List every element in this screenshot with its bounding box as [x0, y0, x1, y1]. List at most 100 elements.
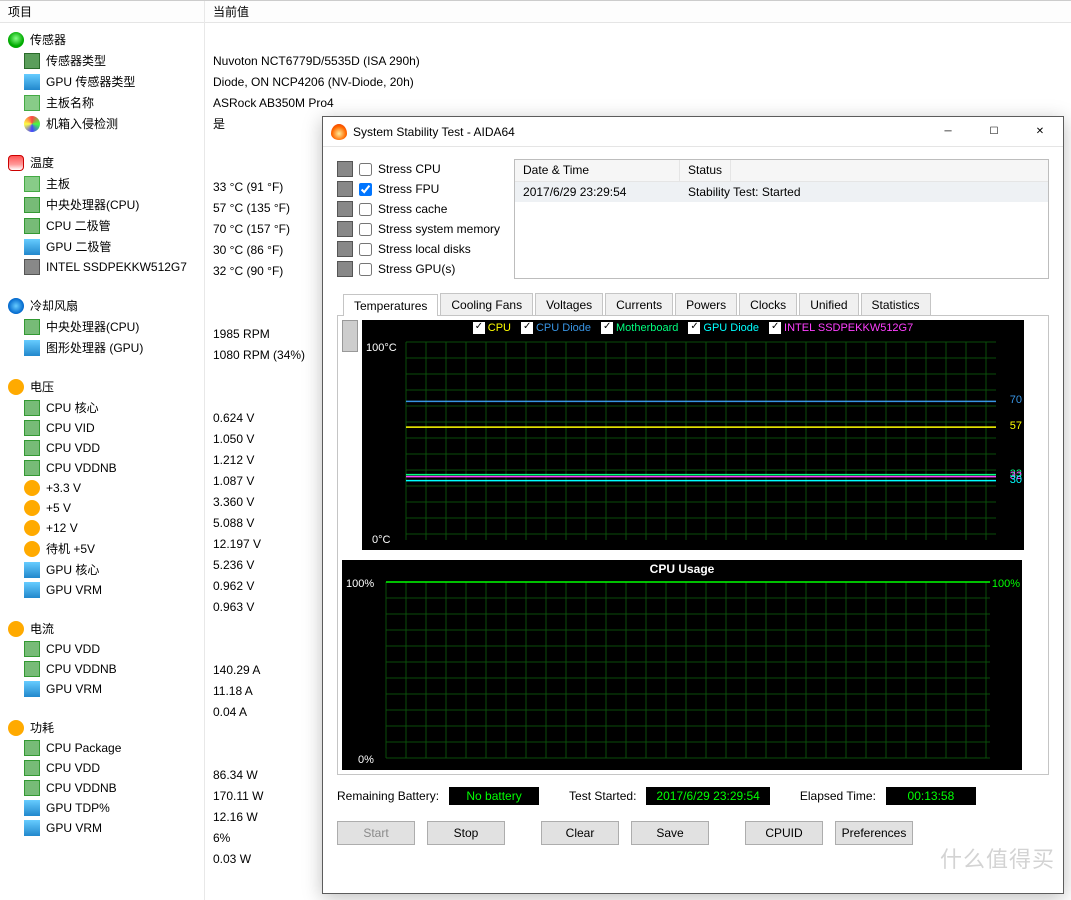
tab-clocks[interactable]: Clocks: [739, 293, 797, 315]
tree-item[interactable]: CPU 二极管: [0, 215, 204, 236]
stress-checkbox[interactable]: [359, 263, 372, 276]
tree-item[interactable]: CPU VDDNB: [0, 659, 204, 679]
stress-icon: [337, 221, 353, 237]
tree-item[interactable]: 传感器类型: [0, 50, 204, 71]
legend-item[interactable]: CPU Diode: [521, 322, 591, 334]
stability-test-dialog: System Stability Test - AIDA64 ─ ☐ ✕ Str…: [322, 116, 1064, 894]
section-temperature[interactable]: 温度: [0, 152, 204, 173]
tree-item[interactable]: +5 V: [0, 498, 204, 518]
legend-checkbox[interactable]: [473, 322, 485, 334]
column-header-value[interactable]: 当前值: [205, 1, 1071, 23]
legend-item[interactable]: INTEL SSDPEKKW512G7: [769, 322, 913, 334]
tree-item[interactable]: GPU TDP%: [0, 798, 204, 818]
legend-checkbox[interactable]: [601, 322, 613, 334]
tree-item[interactable]: 中央处理器(CPU): [0, 316, 204, 337]
cpuid-button[interactable]: CPUID: [745, 821, 823, 845]
stress-option[interactable]: Stress FPU: [337, 179, 500, 199]
section-sensors[interactable]: 传感器: [0, 29, 204, 50]
stress-option[interactable]: Stress system memory: [337, 219, 500, 239]
section-fans[interactable]: 冷却风扇: [0, 295, 204, 316]
log-row[interactable]: 2017/6/29 23:29:54 Stability Test: Start…: [515, 182, 1048, 202]
stress-option[interactable]: Stress CPU: [337, 159, 500, 179]
tree-item[interactable]: CPU Package: [0, 738, 204, 758]
temperature-graph[interactable]: CPU CPU Diode Motherboard GPU Diode INTEL SS…: [362, 320, 1024, 550]
stress-option[interactable]: Stress local disks: [337, 239, 500, 259]
tree-item[interactable]: GPU VRM: [0, 818, 204, 838]
item-icon: [24, 319, 40, 335]
tree-item[interactable]: CPU VDDNB: [0, 778, 204, 798]
tab-currents[interactable]: Currents: [605, 293, 673, 315]
legend-item[interactable]: GPU Diode: [688, 322, 759, 334]
tab-powers[interactable]: Powers: [675, 293, 737, 315]
section-voltage[interactable]: 电压: [0, 376, 204, 397]
titlebar[interactable]: System Stability Test - AIDA64 ─ ☐ ✕: [323, 117, 1063, 147]
tree-item[interactable]: 待机 +5V: [0, 538, 204, 559]
tree-item[interactable]: CPU 核心: [0, 397, 204, 418]
log-col-status[interactable]: Status: [680, 160, 731, 181]
tree-item[interactable]: +3.3 V: [0, 478, 204, 498]
stress-checkbox[interactable]: [359, 243, 372, 256]
section-power[interactable]: 功耗: [0, 717, 204, 738]
tree-item[interactable]: INTEL SSDPEKKW512G7: [0, 257, 204, 277]
tree-item[interactable]: CPU VDDNB: [0, 458, 204, 478]
start-button[interactable]: Start: [337, 821, 415, 845]
tree-item[interactable]: CPU VID: [0, 418, 204, 438]
tree-item[interactable]: 机箱入侵检测: [0, 113, 204, 134]
window-title: System Stability Test - AIDA64: [353, 125, 925, 139]
stop-button[interactable]: Stop: [427, 821, 505, 845]
elapsed-label: Elapsed Time:: [800, 789, 876, 803]
tab-voltages[interactable]: Voltages: [535, 293, 603, 315]
column-header-item[interactable]: 项目: [0, 1, 204, 23]
stress-option[interactable]: Stress cache: [337, 199, 500, 219]
tree-item[interactable]: 主板: [0, 173, 204, 194]
legend-checkbox[interactable]: [769, 322, 781, 334]
legend-checkbox[interactable]: [688, 322, 700, 334]
maximize-button[interactable]: ☐: [971, 117, 1017, 147]
value-cell: Nuvoton NCT6779D/5535D (ISA 290h): [209, 50, 1071, 71]
item-icon: [24, 176, 40, 192]
legend-item[interactable]: Motherboard: [601, 322, 678, 334]
legend-item[interactable]: CPU: [473, 322, 511, 334]
preferences-button[interactable]: Preferences: [835, 821, 913, 845]
section-current[interactable]: 电流: [0, 618, 204, 639]
tree-item[interactable]: GPU 二极管: [0, 236, 204, 257]
item-icon: [24, 780, 40, 796]
tree-item[interactable]: +12 V: [0, 518, 204, 538]
tab-temperatures[interactable]: Temperatures: [343, 294, 438, 316]
tree-item[interactable]: 中央处理器(CPU): [0, 194, 204, 215]
item-icon: [24, 239, 40, 255]
tree-item[interactable]: GPU VRM: [0, 679, 204, 699]
clear-button[interactable]: Clear: [541, 821, 619, 845]
minimize-button[interactable]: ─: [925, 117, 971, 147]
item-icon: [24, 641, 40, 657]
started-value: 2017/6/29 23:29:54: [646, 787, 769, 805]
legend-checkbox[interactable]: [521, 322, 533, 334]
cpu-axis-bottom: 0%: [358, 754, 374, 766]
tree-item[interactable]: CPU VDD: [0, 438, 204, 458]
save-button[interactable]: Save: [631, 821, 709, 845]
value-cell: Diode, ON NCP4206 (NV-Diode, 20h): [209, 71, 1071, 92]
stress-icon: [337, 241, 353, 257]
tree-item[interactable]: GPU 传感器类型: [0, 71, 204, 92]
stress-option[interactable]: Stress GPU(s): [337, 259, 500, 279]
stress-checkbox[interactable]: [359, 183, 372, 196]
tree-item[interactable]: GPU VRM: [0, 580, 204, 600]
item-icon: [24, 53, 40, 69]
log-col-datetime[interactable]: Date & Time: [515, 160, 680, 181]
tab-statistics[interactable]: Statistics: [861, 293, 931, 315]
cpu-usage-graph[interactable]: CPU Usage 100% 0% 100%: [342, 560, 1022, 770]
stress-checkbox[interactable]: [359, 223, 372, 236]
scroll-stub[interactable]: [342, 320, 358, 352]
tree-item[interactable]: 图形处理器 (GPU): [0, 337, 204, 358]
stress-checkbox[interactable]: [359, 163, 372, 176]
stress-checkbox[interactable]: [359, 203, 372, 216]
tree-item[interactable]: 主板名称: [0, 92, 204, 113]
tree-item[interactable]: CPU VDD: [0, 758, 204, 778]
tab-cooling fans[interactable]: Cooling Fans: [440, 293, 533, 315]
tab-unified[interactable]: Unified: [799, 293, 858, 315]
close-button[interactable]: ✕: [1017, 117, 1063, 147]
tree-item[interactable]: CPU VDD: [0, 639, 204, 659]
item-icon: [24, 460, 40, 476]
item-icon: [24, 820, 40, 836]
tree-item[interactable]: GPU 核心: [0, 559, 204, 580]
